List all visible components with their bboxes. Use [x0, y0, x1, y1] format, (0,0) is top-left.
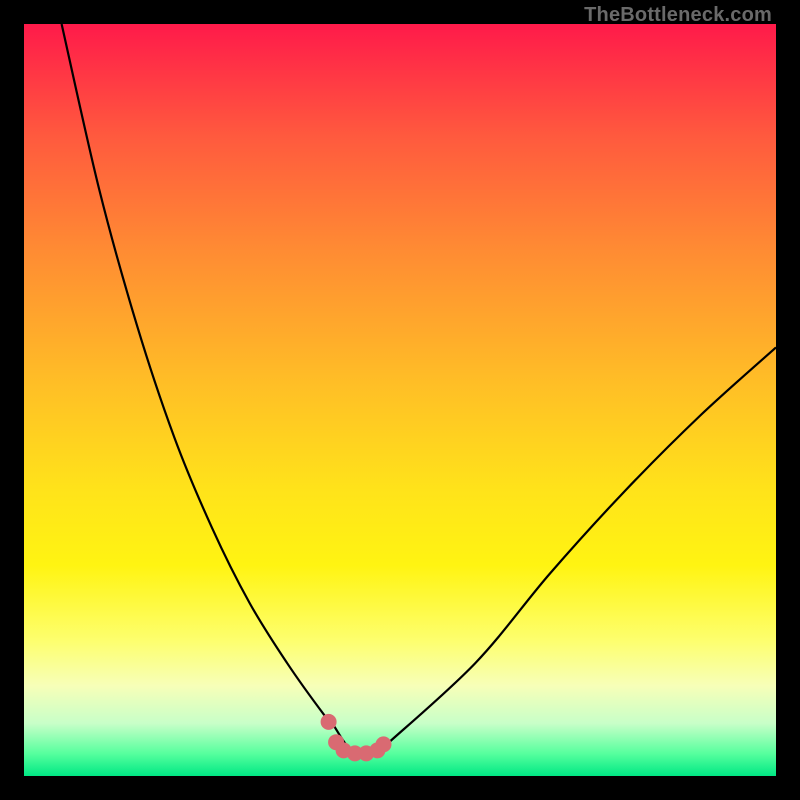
bottom-dot — [321, 714, 337, 730]
bottleneck-curve — [62, 24, 776, 755]
bottom-dot — [376, 736, 392, 752]
watermark-text: TheBottleneck.com — [584, 4, 772, 27]
chart-plot-area — [24, 24, 776, 776]
bottom-dots-group — [321, 714, 392, 762]
bottleneck-curve-svg — [24, 24, 776, 776]
